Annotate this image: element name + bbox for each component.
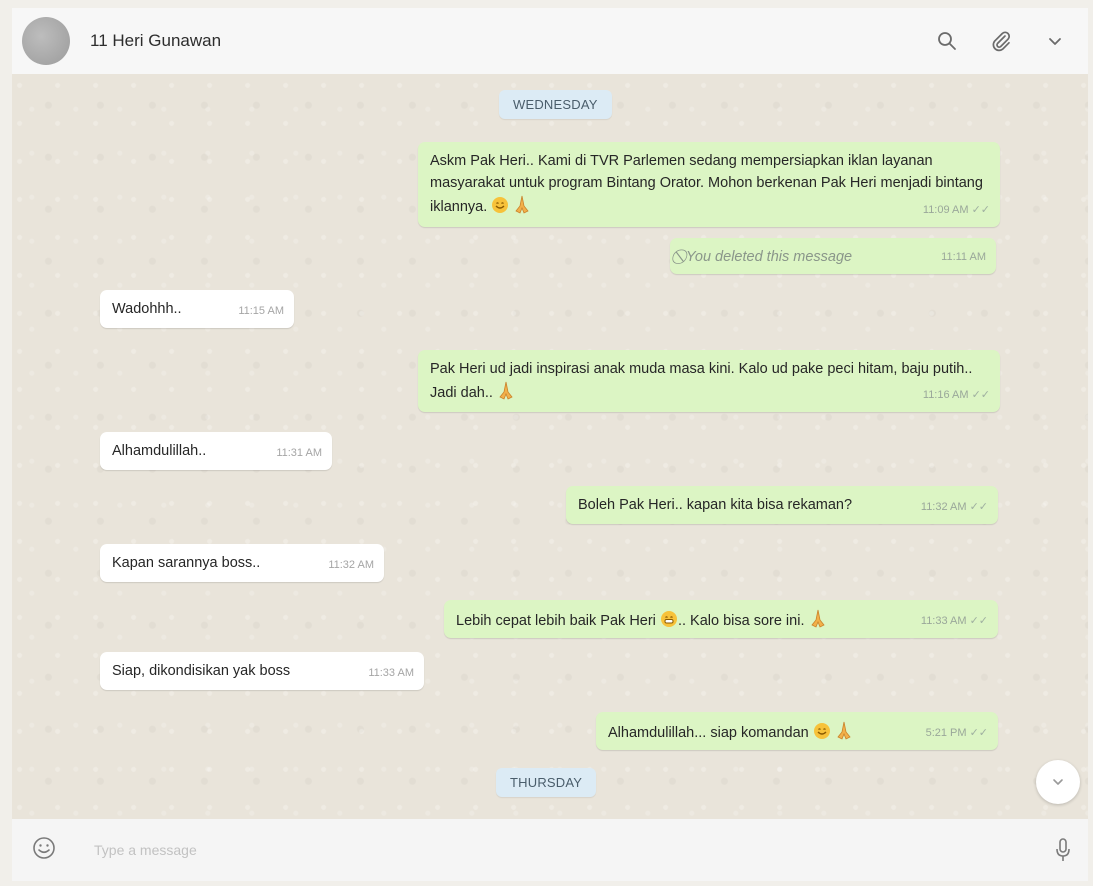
message-meta: 11:33 AM ✓✓ [921, 610, 988, 632]
message-meta: 5:21 PM ✓✓ [926, 722, 988, 744]
message-text: Kapan sarannya boss.. [112, 555, 261, 571]
message-text: Alhamdulillah.. [112, 443, 207, 459]
message-time: 11:11 AM [941, 251, 986, 263]
message-incoming[interactable]: Alhamdulillah.. 11:31 AM [100, 432, 332, 470]
double-check-icon: ✓✓ [971, 204, 990, 216]
message-time: 11:31 AM [276, 447, 322, 459]
message-outgoing[interactable]: Alhamdulillah... siap komandan 5:21 PM ✓… [596, 712, 998, 750]
folded-hands-emoji-icon [835, 720, 853, 747]
message-incoming[interactable]: Wadohhh.. 11:15 AM [100, 290, 294, 328]
message-time: 11:15 AM [238, 305, 284, 317]
message-time: 11:33 AM [920, 615, 967, 627]
deleted-message-text: You deleted this message [686, 249, 853, 265]
folded-hands-emoji-icon [513, 194, 531, 221]
smiling-face-emoji-icon [813, 722, 831, 747]
day-divider-wednesday: WEDNESDAY [499, 90, 612, 119]
message-meta: 11:15 AM [238, 300, 284, 322]
message-outgoing[interactable]: Askm Pak Heri.. Kami di TVR Parlemen sed… [418, 142, 1000, 227]
message-meta: 11:33 AM [368, 662, 414, 684]
microphone-icon[interactable] [1054, 837, 1072, 868]
scroll-to-bottom-button[interactable] [1036, 760, 1080, 804]
folded-hands-emoji-icon [497, 380, 515, 407]
folded-hands-emoji-icon [809, 608, 827, 635]
message-meta: 11:16 AM ✓✓ [923, 384, 990, 406]
message-meta: 11:32 AM ✓✓ [921, 496, 988, 518]
message-incoming[interactable]: Kapan sarannya boss.. 11:32 AM [100, 544, 384, 582]
chat-panel[interactable]: WEDNESDAY Askm Pak Heri.. Kami di TVR Pa… [12, 74, 1088, 819]
message-text: Wadohhh.. [112, 301, 182, 317]
message-text-part: .. Kalo bisa sore ini. [677, 613, 805, 629]
contact-name[interactable]: 11 Heri Gunawan [90, 31, 221, 51]
message-outgoing[interactable]: Boleh Pak Heri.. kapan kita bisa rekaman… [566, 486, 998, 524]
paperclip-icon[interactable] [988, 28, 1014, 54]
message-meta: 11:09 AM ✓✓ [923, 199, 990, 221]
message-time: 5:21 PM [925, 727, 967, 739]
message-text: Siap, dikondisikan yak boss [112, 663, 291, 679]
message-outgoing[interactable]: Lebih cepat lebih baik Pak Heri .. Kalo … [444, 600, 998, 638]
header-actions [934, 28, 1068, 54]
avatar[interactable] [22, 17, 70, 65]
search-icon[interactable] [934, 28, 960, 54]
emoji-icon[interactable] [32, 836, 56, 865]
double-check-icon: ✓✓ [969, 615, 988, 627]
message-outgoing[interactable]: Pak Heri ud jadi inspirasi anak muda mas… [418, 350, 1000, 412]
message-input[interactable] [94, 830, 994, 870]
smiling-face-emoji-icon [491, 196, 509, 221]
message-outgoing-deleted[interactable]: ⃠ You deleted this message 11:11 AM [670, 238, 996, 274]
grinning-face-emoji-icon [660, 610, 678, 635]
message-time: 11:09 AM [922, 204, 969, 216]
message-time: 11:32 AM [328, 559, 374, 571]
message-time: 11:16 AM [922, 389, 969, 401]
chevron-down-icon[interactable] [1042, 28, 1068, 54]
message-text: Alhamdulillah... siap komandan [608, 725, 809, 741]
message-meta: 11:31 AM [276, 442, 322, 464]
double-check-icon: ✓✓ [971, 389, 990, 401]
message-meta: 11:11 AM [941, 246, 986, 268]
double-check-icon: ✓✓ [969, 501, 988, 513]
message-composer [12, 819, 1088, 881]
double-check-icon: ✓✓ [969, 727, 988, 739]
chat-header: 11 Heri Gunawan [12, 8, 1088, 74]
message-meta: 11:32 AM [328, 554, 374, 576]
message-time: 11:33 AM [368, 667, 414, 679]
chevron-down-icon [1053, 779, 1063, 785]
message-text-part: Lebih cepat lebih baik Pak Heri [456, 613, 656, 629]
day-divider-thursday: THURSDAY [496, 768, 597, 797]
message-incoming[interactable]: Siap, dikondisikan yak boss 11:33 AM [100, 652, 424, 690]
message-text: Boleh Pak Heri.. kapan kita bisa rekaman… [578, 497, 853, 513]
message-time: 11:32 AM [920, 501, 967, 513]
